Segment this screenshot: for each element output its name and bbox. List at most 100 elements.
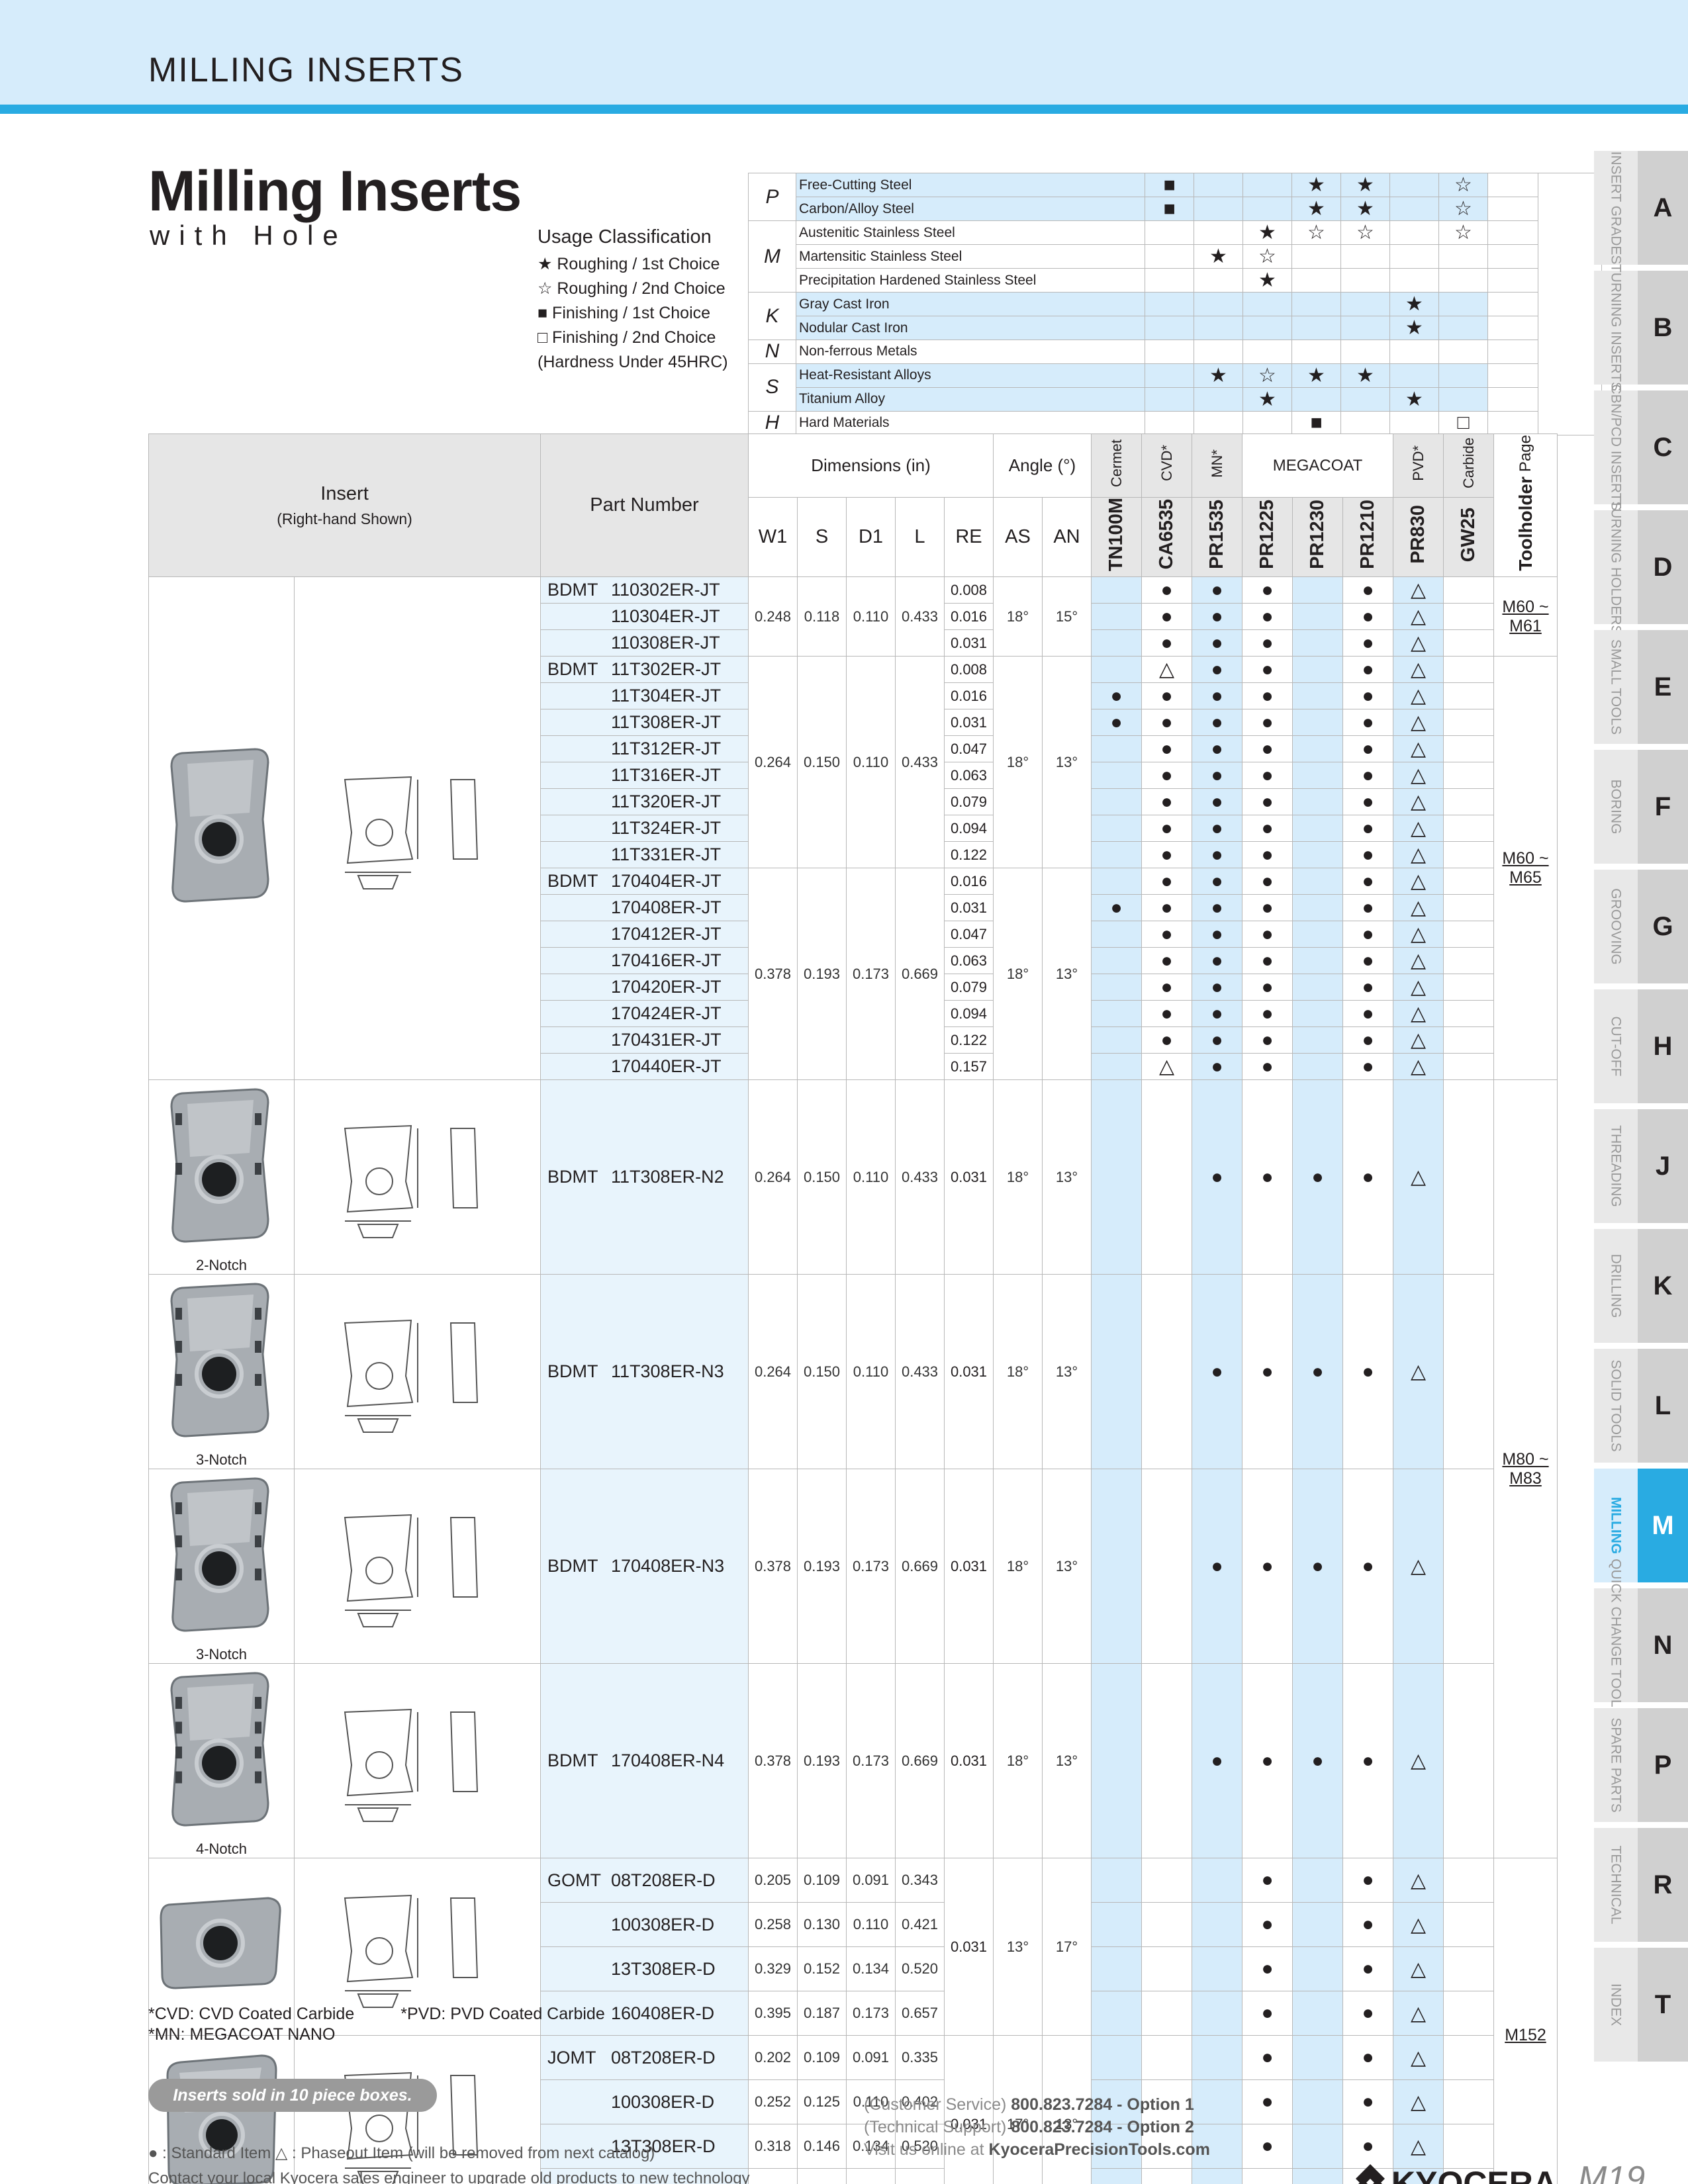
- technical-support-phone: 800.823.7284 - Option 2: [1011, 2118, 1194, 2136]
- tab-name: TURNING INSERTS: [1608, 263, 1624, 392]
- part-code: 170412ER-JT: [611, 924, 722, 944]
- part-number: 11T304ER-JT: [540, 682, 749, 710]
- part-number: GOMT 08T208ER-D: [540, 1858, 749, 1903]
- usage-mark: [1340, 268, 1390, 293]
- grade-availability: [1091, 1079, 1142, 1275]
- part-code: 11T302ER-JT: [611, 659, 722, 680]
- toolholder-page-link[interactable]: M60 ~ M61: [1493, 576, 1558, 657]
- dimension-value: 0.202: [748, 2035, 798, 2081]
- as-angle: 18°: [993, 868, 1043, 1081]
- tab-l[interactable]: SOLID TOOLS L: [1594, 1349, 1688, 1463]
- usage-mark: [1389, 197, 1439, 221]
- tab-letter: T: [1654, 1990, 1671, 2019]
- tab-c[interactable]: CBN/PCD INSERTS C: [1594, 385, 1688, 510]
- grade-availability: [1091, 1858, 1142, 1903]
- tab-n[interactable]: QUICK CHANGE TOOLING N: [1594, 1559, 1688, 1732]
- series-code: BDMT: [547, 1361, 598, 1382]
- dimension-value: 0.173: [846, 1469, 896, 1664]
- grade-availability: ●: [1292, 1274, 1343, 1470]
- tab-d[interactable]: TURNING HOLDERS D: [1594, 500, 1688, 635]
- tab-name: INSERT GRADES: [1608, 151, 1624, 265]
- as-angle: 18°: [993, 1469, 1043, 1664]
- grade-availability: △: [1393, 2035, 1444, 2081]
- part-number: 170416ER-JT: [540, 947, 749, 975]
- usage-mark: [1194, 173, 1243, 197]
- grade-col-pr1225: PR1225: [1242, 496, 1293, 578]
- tab-a[interactable]: INSERT GRADES A: [1594, 151, 1688, 265]
- grade-availability: ●: [1342, 2124, 1393, 2169]
- grade-availability: ●: [1342, 894, 1393, 922]
- grade-availability: [1091, 576, 1142, 604]
- usage-blank: [1487, 244, 1538, 269]
- tab-f[interactable]: BORING F: [1594, 750, 1688, 864]
- grade-availability: △: [1393, 1026, 1444, 1054]
- tab-j[interactable]: THREADING J: [1594, 1109, 1688, 1223]
- usage-mark: [1389, 340, 1439, 364]
- grade-availability: [1091, 947, 1142, 975]
- table-row: 3-Notch BDMT 170408ER-N3 0.378 0.193 0.173 0.6…: [148, 1469, 1558, 1664]
- part-number: BDMT 11T302ER-JT: [540, 656, 749, 684]
- grade-availability: ●: [1141, 629, 1192, 657]
- tab-g[interactable]: GROOVING G: [1594, 870, 1688, 983]
- usage-mark: ★: [1243, 268, 1292, 293]
- grade-availability: ●: [1192, 629, 1243, 657]
- grade-availability: [1141, 1902, 1192, 1948]
- usage-mark: ■: [1291, 410, 1341, 435]
- tab-b[interactable]: TURNING INSERTS B: [1594, 264, 1688, 391]
- part-code: 08T208ER-D: [611, 1870, 716, 1890]
- grade-availability: ●: [1192, 921, 1243, 948]
- part-code: 11T316ER-JT: [611, 765, 722, 786]
- grade-availability: [1141, 1469, 1192, 1664]
- website-link[interactable]: KyoceraPrecisionTools.com: [989, 2140, 1210, 2159]
- tab-e[interactable]: SMALL TOOLS E: [1594, 630, 1688, 744]
- toolholder-page-link[interactable]: M80 ~ M83: [1493, 1079, 1558, 1859]
- series-code: BDMT: [547, 580, 598, 600]
- grade-availability: [1192, 2168, 1243, 2184]
- usage-mark: [1243, 173, 1292, 197]
- series-code: GOMT: [547, 1870, 601, 1890]
- usage-mark: ★: [1389, 387, 1439, 412]
- usage-mark: ☆: [1291, 220, 1341, 245]
- material-name: Carbon/Alloy Steel: [796, 197, 1145, 221]
- grade-availability: △: [1393, 1079, 1444, 1275]
- grade-availability: [1292, 2168, 1343, 2184]
- grade-availability: ●: [1192, 1079, 1243, 1275]
- toolholder-page-link[interactable]: M152: [1493, 1858, 1558, 2184]
- grade-availability: ●: [1242, 576, 1293, 604]
- toolholder-page-link[interactable]: M60 ~ M65: [1493, 656, 1558, 1081]
- grade-availability: [1443, 1026, 1494, 1054]
- tab-h[interactable]: CUT-OFF H: [1594, 989, 1688, 1103]
- grade-availability: ●: [1192, 1469, 1243, 1664]
- toolholder-label: Toolholder: [1515, 477, 1536, 571]
- grade-col-pr1535: PR1535: [1192, 496, 1243, 578]
- part-number: BDMT 110302ER-JT: [540, 576, 749, 604]
- material-name: Gray Cast Iron: [796, 292, 1145, 316]
- grade-availability: [1443, 788, 1494, 816]
- grade-availability: ●: [1141, 841, 1192, 869]
- dimension-value: 0.335: [895, 2035, 945, 2081]
- usage-legend: Usage Classification ★ Roughing / 1st Ch…: [538, 225, 728, 375]
- tab-t[interactable]: INDEX T: [1594, 1948, 1688, 2062]
- re-value: 0.079: [944, 974, 994, 1001]
- grade-availability: △: [1393, 1469, 1444, 1664]
- grade-availability: ●: [1242, 815, 1293, 842]
- svg-text:KYOCERA: KYOCERA: [1391, 2165, 1557, 2184]
- grade-availability: ●: [1242, 974, 1293, 1001]
- grade-availability: ●: [1141, 1000, 1192, 1028]
- dimension-col-as: AS: [993, 496, 1043, 578]
- tab-p[interactable]: SPARE PARTS P: [1594, 1708, 1688, 1822]
- tab-k[interactable]: DRILLING K: [1594, 1229, 1688, 1343]
- part-code: 160408ER-D: [611, 2003, 715, 2023]
- tab-name: SMALL TOOLS: [1608, 639, 1624, 735]
- grade-availability: [1192, 2035, 1243, 2081]
- usage-mark: ☆: [1438, 220, 1488, 245]
- grade-availability: ●: [1242, 1663, 1293, 1859]
- re-value: 0.031: [944, 1274, 994, 1470]
- usage-mark: [1340, 340, 1390, 364]
- grade-availability: ●: [1242, 762, 1293, 790]
- part-code: 11T308ER-N3: [611, 1361, 724, 1382]
- tab-r[interactable]: TECHNICAL R: [1594, 1828, 1688, 1942]
- tab-name: MILLING: [1608, 1496, 1624, 1555]
- usage-mark: [1194, 197, 1243, 221]
- usage-mark: [1438, 244, 1488, 269]
